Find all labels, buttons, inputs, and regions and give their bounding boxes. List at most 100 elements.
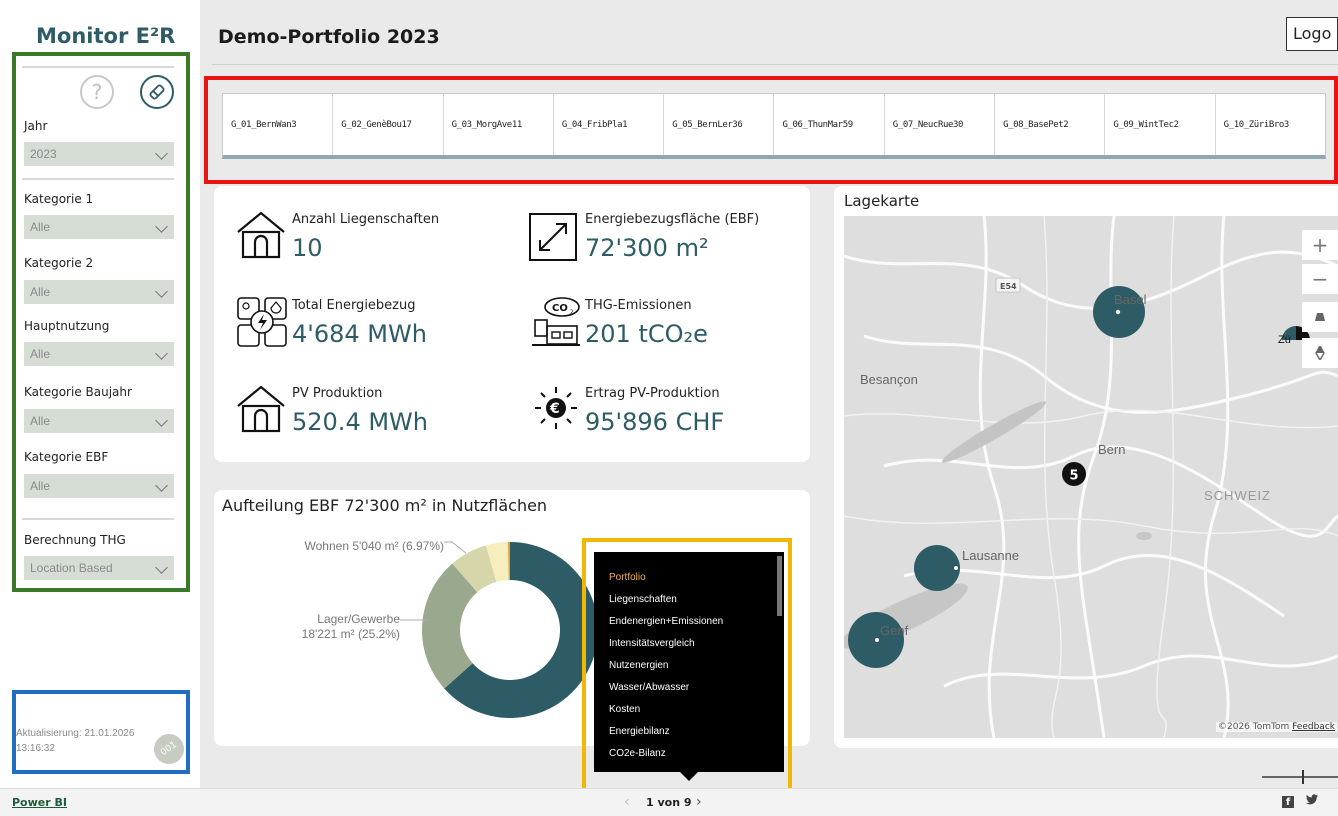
kpi-value-ertrag: 95'896 CHF (585, 408, 725, 436)
kpi-label-thg: THG-Emissionen (585, 298, 692, 313)
nav-item-nutzenergien[interactable]: Nutzenergien (594, 655, 784, 677)
kpi-value-pv: 520.4 MWh (292, 408, 428, 436)
filter-label-kategorie-2: Kategorie 2 (24, 256, 94, 270)
zoom-slider-thumb[interactable] (1302, 770, 1304, 784)
nav-item-endenergien[interactable]: Endenergien+Emissionen (594, 611, 784, 633)
property-tab[interactable]: G_08_BasePet2 (995, 94, 1106, 155)
filter-label-jahr: Jahr (24, 119, 48, 133)
chevron-down-icon (155, 561, 168, 574)
svg-text:2: 2 (570, 309, 574, 316)
filter-value: Alle (30, 479, 51, 493)
svg-text:€: € (549, 401, 560, 417)
zoom-out-button[interactable]: − (1302, 264, 1338, 294)
zoom-in-button[interactable]: + (1302, 230, 1338, 260)
property-tab[interactable]: G_03_MorgAve11 (444, 94, 554, 155)
donut-label-lager: Lager/Gewerbe 18'221 m² (25.2%) (284, 612, 400, 642)
help-icon[interactable]: ? (80, 75, 114, 109)
property-tab[interactable]: G_10_ZüriBro3 (1216, 94, 1325, 155)
property-tab-bar: G_01_BernWan3 G_02_GenèBou17 G_03_MorgAv… (222, 93, 1326, 159)
map-feedback-link[interactable]: Feedback (1292, 722, 1335, 732)
powerbi-link[interactable]: Power BI (12, 796, 67, 809)
filter-select-jahr[interactable]: 2023 (24, 142, 174, 166)
logo: Logo (1286, 17, 1338, 51)
filter-label-kategorie-ebf: Kategorie EBF (24, 450, 109, 464)
expand-icon (529, 213, 577, 261)
next-page-button[interactable]: › (696, 794, 702, 810)
last-update-text: Aktualisierung: 21.01.2026 13:16:32 (16, 728, 135, 754)
nav-item-intensitaetsvergleich[interactable]: Intensitätsvergleich (594, 633, 784, 655)
filter-select-kategorie-1[interactable]: Alle (24, 215, 174, 239)
nav-menu-scrollbar[interactable] (777, 556, 782, 616)
donut-label-lager-name: Lager/Gewerbe (317, 612, 400, 626)
filter-select-kategorie-2[interactable]: Alle (24, 280, 174, 304)
nav-item-kosten[interactable]: Kosten (594, 699, 784, 721)
chevron-down-icon (155, 220, 168, 233)
filter-value: Alle (30, 220, 51, 234)
city-label: Besançon (860, 372, 918, 387)
city-label: Bern (1098, 442, 1126, 457)
previous-page-button[interactable]: ‹ (624, 794, 630, 810)
kpi-label-ertrag: Ertrag PV-Produktion (585, 386, 720, 401)
property-tab[interactable]: G_07_NeucRue30 (885, 94, 996, 155)
filter-value: Alle (30, 414, 51, 428)
tilt-icon[interactable] (1302, 302, 1338, 332)
city-label: Zü (1278, 334, 1291, 346)
filter-label-kategorie-baujahr: Kategorie Baujahr (24, 385, 132, 399)
property-tab[interactable]: G_02_GenèBou17 (333, 94, 444, 155)
kpi-value-energie: 4'684 MWh (292, 320, 427, 348)
filter-select-berechnung-thg[interactable]: Location Based (24, 556, 174, 580)
location-map[interactable]: E54 5 Basel Besançon Bern Lausanne Genf … (844, 216, 1338, 738)
map-background: E54 5 (844, 216, 1338, 738)
filter-select-kategorie-ebf[interactable]: Alle (24, 474, 174, 498)
chevron-down-icon (155, 414, 168, 427)
sidebar-divider (22, 518, 174, 520)
cluster-count: 5 (1070, 469, 1079, 484)
property-tab[interactable]: G_04_FribPla1 (554, 94, 665, 155)
zoom-slider[interactable] (1262, 776, 1338, 778)
compass-icon[interactable] (1302, 338, 1338, 368)
donut-label-lager-value: 18'221 m² (25.2%) (301, 627, 400, 641)
page-navigator-menu: Portfolio Liegenschaften Endenergien+Emi… (594, 552, 784, 772)
page-indicator[interactable]: 1 von 9 (646, 796, 692, 809)
map-attribution: ©2026 TomTom Feedback (1216, 722, 1337, 732)
chevron-down-icon (155, 147, 168, 160)
filter-select-hauptnutzung[interactable]: Alle (24, 342, 174, 366)
chevron-down-icon (155, 285, 168, 298)
kpi-value-thg: 201 tCO₂e (585, 320, 708, 348)
header-divider (212, 64, 1338, 65)
property-tab[interactable]: G_05_BernLer36 (664, 94, 775, 155)
map-title: Lagekarte (844, 192, 920, 210)
sun-euro-icon: € (535, 387, 577, 429)
filter-label-berechnung-thg: Berechnung THG (24, 533, 126, 547)
city-label: Lausanne (962, 548, 1020, 563)
filter-value: Alle (30, 347, 51, 361)
kpi-label-ebf: Energiebezugsfläche (EBF) (585, 212, 760, 227)
nav-item-portfolio[interactable]: Portfolio (594, 567, 784, 589)
property-tab[interactable]: G_06_ThunMar59 (774, 94, 885, 155)
nav-item-energiebilanz[interactable]: Energiebilanz (594, 721, 784, 743)
nav-item-wasser[interactable]: Wasser/Abwasser (594, 677, 784, 699)
eraser-icon[interactable] (140, 75, 174, 109)
page-title: Demo-Portfolio 2023 (218, 26, 440, 48)
twitter-icon[interactable] (1306, 794, 1318, 808)
nav-item-co2e-bilanz[interactable]: CO2e-Bilanz (594, 743, 784, 765)
property-tab[interactable]: G_09_WintTec2 (1105, 94, 1216, 155)
house-icon (237, 385, 285, 433)
country-label: SCHWEIZ (1204, 488, 1271, 503)
nav-item-liegenschaften[interactable]: Liegenschaften (594, 589, 784, 611)
filter-select-kategorie-baujahr[interactable]: Alle (24, 409, 174, 433)
co2-factory-icon: CO 2 (532, 297, 580, 346)
sidebar-divider (22, 66, 174, 68)
kpi-value-anzahl: 10 (292, 234, 323, 262)
facebook-icon[interactable]: f (1282, 796, 1294, 808)
chevron-down-icon (155, 479, 168, 492)
energy-icon (237, 297, 287, 347)
property-tab[interactable]: G_01_BernWan3 (223, 94, 334, 155)
filter-label-kategorie-1: Kategorie 1 (24, 192, 94, 206)
filter-label-hauptnutzung: Hauptnutzung (24, 319, 110, 333)
house-icon (237, 211, 285, 259)
sidebar-divider (22, 178, 174, 180)
nav-menu-pointer (680, 772, 698, 781)
city-label: Basel (1114, 292, 1147, 307)
donut-label-wohnen: Wohnen 5'040 m² (6.97%) (304, 539, 444, 553)
